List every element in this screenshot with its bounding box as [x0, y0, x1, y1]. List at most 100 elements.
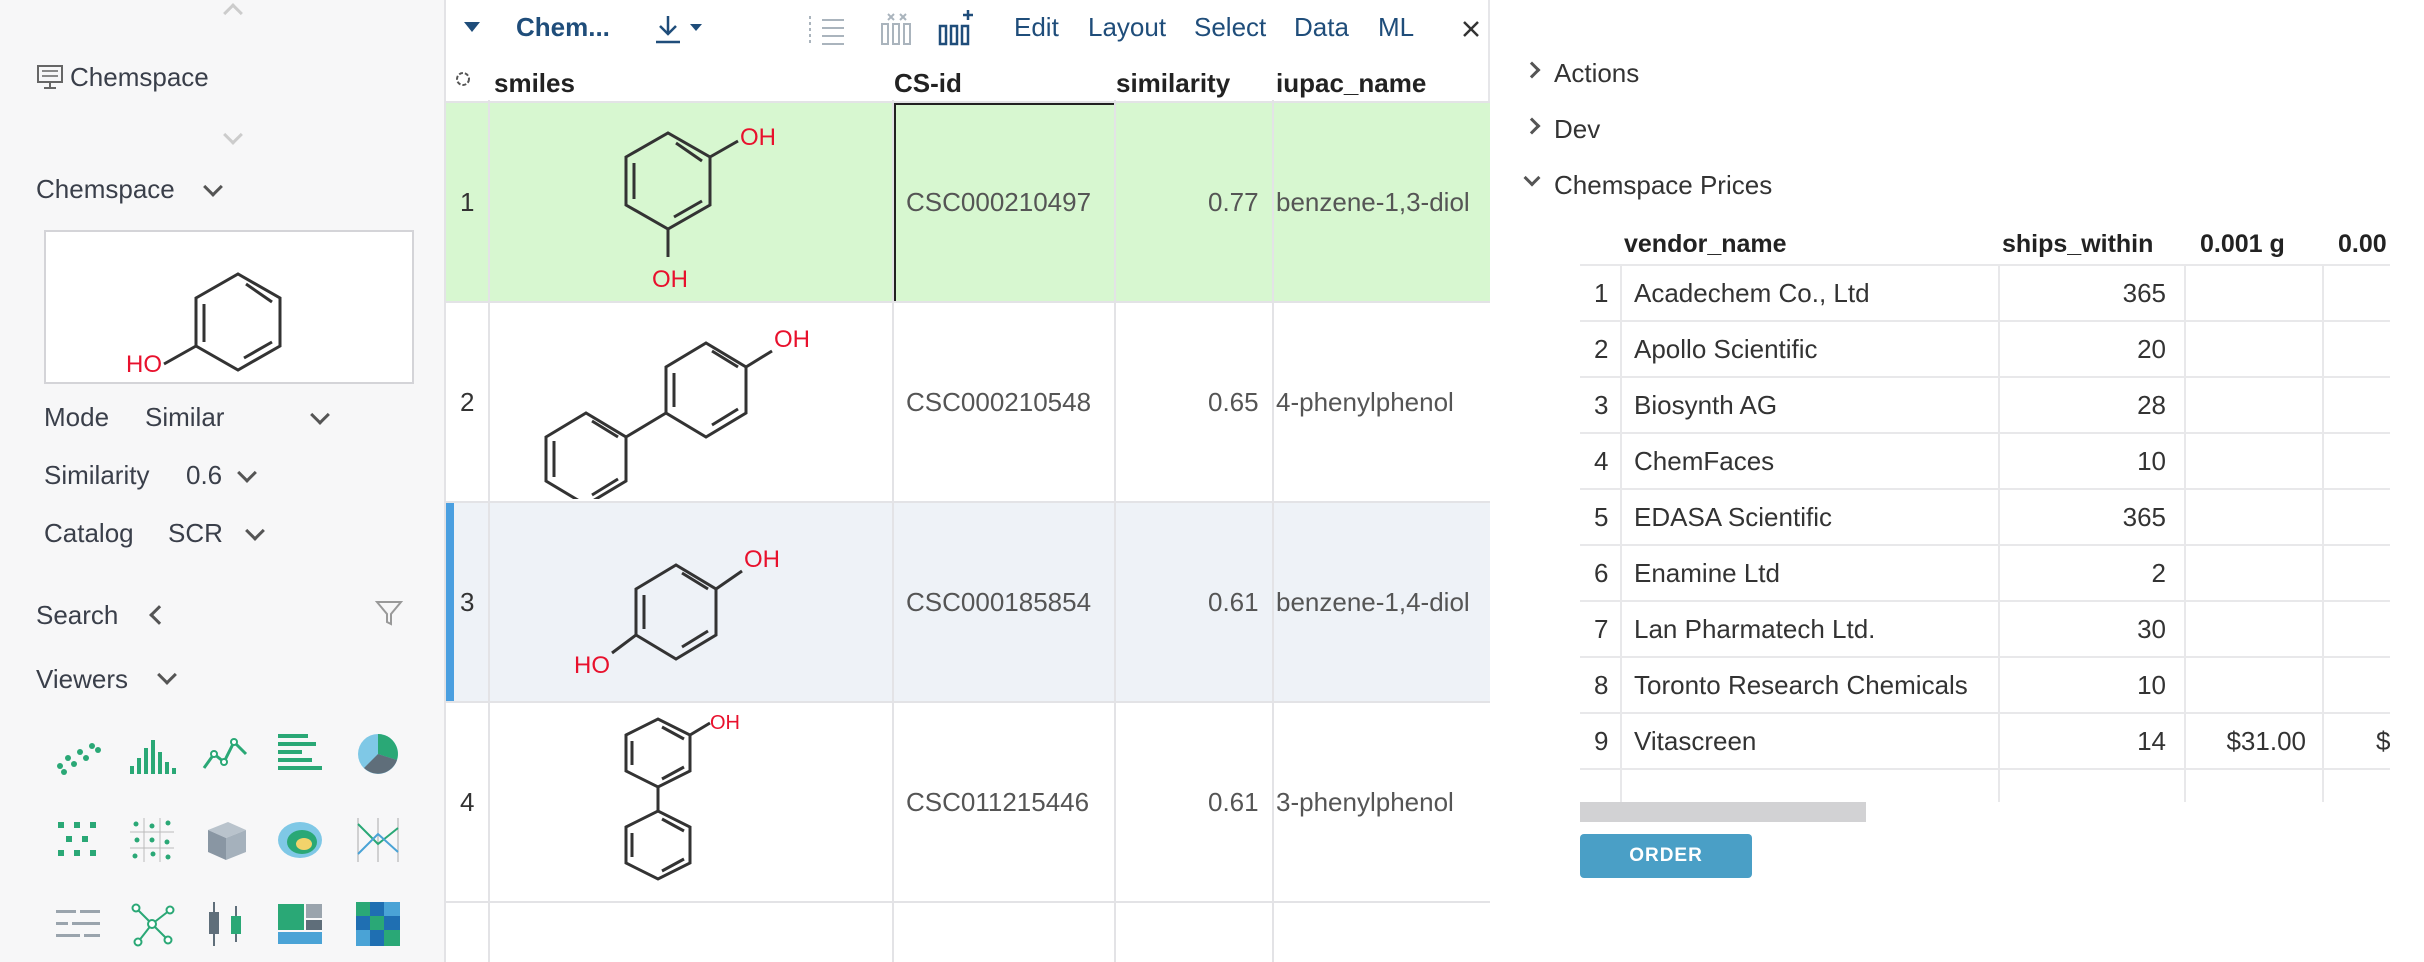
- vendor-name-cell[interactable]: EDASA Scientific: [1634, 502, 1832, 533]
- viewers-label[interactable]: Viewers: [36, 664, 128, 695]
- similarity-cell[interactable]: 0.61: [1208, 587, 1259, 618]
- query-molecule-sketcher[interactable]: HO: [44, 230, 414, 384]
- table-row[interactable]: 1 Acadechem Co., Ltd 365: [1580, 264, 2390, 320]
- close-icon[interactable]: [1462, 20, 1480, 38]
- vendor-name-cell[interactable]: Biosynth AG: [1634, 390, 1777, 421]
- add-row-icon[interactable]: [808, 12, 848, 48]
- similarity-dropdown-icon[interactable]: [237, 463, 257, 483]
- density-plot-icon[interactable]: [274, 814, 326, 866]
- project-name[interactable]: Chemspace: [70, 62, 209, 93]
- col-header-cs-id[interactable]: CS-id: [894, 68, 962, 99]
- col-header-ships-within[interactable]: ships_within: [2002, 230, 2153, 259]
- catalog-dropdown-icon[interactable]: [245, 521, 265, 541]
- scatter-matrix-icon[interactable]: [126, 814, 178, 866]
- ships-within-cell[interactable]: 365: [1940, 502, 2166, 533]
- statistics-icon[interactable]: [52, 898, 104, 950]
- table-row[interactable]: 3 OH HO CSC000185854 0.61 benzene-1,4-di…: [446, 501, 1490, 703]
- search-label[interactable]: Search: [36, 600, 118, 631]
- pie-chart-icon[interactable]: [352, 728, 404, 780]
- menu-data[interactable]: Data: [1294, 12, 1349, 43]
- table-row[interactable]: 4 ChemFaces 10: [1580, 432, 2390, 488]
- line-chart-icon[interactable]: [200, 728, 252, 780]
- vendor-name-cell[interactable]: Lan Pharmatech Ltd.: [1634, 614, 1875, 645]
- add-column-icon[interactable]: [936, 8, 976, 48]
- download-icon[interactable]: [654, 14, 706, 46]
- expand-down-icon[interactable]: [223, 125, 243, 145]
- remove-column-icon[interactable]: [878, 10, 914, 48]
- network-icon[interactable]: [126, 898, 178, 950]
- section-actions[interactable]: Actions: [1554, 58, 1639, 89]
- horizontal-scrollbar[interactable]: [1580, 802, 1866, 822]
- similarity-cell[interactable]: 0.77: [1208, 187, 1259, 218]
- vendor-name-cell[interactable]: Apollo Scientific: [1634, 334, 1818, 365]
- heat-map-icon[interactable]: [352, 898, 404, 950]
- cs-id-cell[interactable]: CSC011215446: [906, 787, 1089, 818]
- table-row[interactable]: 8 Toronto Research Chemicals 10: [1580, 656, 2390, 712]
- box-plot-icon[interactable]: [200, 898, 252, 950]
- col-header-similarity[interactable]: similarity: [1116, 68, 1230, 99]
- row-settings-icon[interactable]: [454, 70, 472, 88]
- table-row[interactable]: 2 OH CSC000210548 0.65 4-phenylphenol: [446, 301, 1490, 501]
- catalog-select[interactable]: SCR: [168, 518, 223, 549]
- similarity-cell[interactable]: 0.61: [1208, 787, 1259, 818]
- vendor-name-cell[interactable]: Enamine Ltd: [1634, 558, 1780, 589]
- pc-plot-icon[interactable]: [352, 814, 404, 866]
- filter-icon[interactable]: [374, 598, 404, 628]
- cs-id-cell[interactable]: CSC000210548: [906, 387, 1091, 418]
- menu-ml[interactable]: ML: [1378, 12, 1414, 43]
- menu-layout[interactable]: Layout: [1088, 12, 1166, 43]
- prices-table[interactable]: vendor_name ships_within 0.001 g 0.00 1 …: [1580, 224, 2390, 802]
- bar-chart-icon[interactable]: [274, 728, 326, 780]
- order-button[interactable]: ORDER: [1580, 834, 1752, 878]
- iupac-name-cell[interactable]: benzene-1,4-diol: [1276, 587, 1470, 618]
- table-row[interactable]: 5 EDASA Scientific 365: [1580, 488, 2390, 544]
- mode-select[interactable]: Similar: [145, 402, 224, 433]
- similarity-cell[interactable]: 0.65: [1208, 387, 1259, 418]
- section-chemspace-prices[interactable]: Chemspace Prices: [1554, 170, 1772, 201]
- table-row[interactable]: 2 Apollo Scientific 20: [1580, 320, 2390, 376]
- vendor-name-cell[interactable]: Toronto Research Chemicals: [1634, 670, 1968, 701]
- vendor-name-cell[interactable]: Acadechem Co., Ltd: [1634, 278, 1870, 309]
- ships-within-cell[interactable]: 30: [1940, 614, 2166, 645]
- mode-dropdown-icon[interactable]: [310, 405, 330, 425]
- vendor-name-cell[interactable]: ChemFaces: [1634, 446, 1774, 477]
- ships-within-cell[interactable]: 14: [1940, 726, 2166, 757]
- table-row[interactable]: 1 OH OH CSC000210497 0.77 benzene-1,3-di…: [446, 101, 1490, 303]
- app-name[interactable]: Chemspace: [36, 174, 175, 205]
- ships-within-cell[interactable]: 2: [1940, 558, 2166, 589]
- ships-within-cell[interactable]: 365: [1940, 278, 2166, 309]
- similarity-select[interactable]: 0.6: [186, 460, 222, 491]
- ships-within-cell[interactable]: 28: [1940, 390, 2166, 421]
- ships-within-cell[interactable]: 20: [1940, 334, 2166, 365]
- viewers-dropdown-icon[interactable]: [157, 665, 177, 685]
- cs-id-cell[interactable]: CSC000185854: [906, 587, 1091, 618]
- iupac-name-cell[interactable]: 3-phenylphenol: [1276, 787, 1454, 818]
- chevron-right-icon[interactable]: [1523, 61, 1541, 79]
- grid-title[interactable]: Chem...: [516, 12, 610, 43]
- menu-select[interactable]: Select: [1194, 12, 1266, 43]
- collapse-up-icon[interactable]: [223, 3, 243, 23]
- histogram-icon[interactable]: [126, 728, 178, 780]
- iupac-name-cell[interactable]: benzene-1,3-diol: [1276, 187, 1470, 218]
- col-header-iupac-name[interactable]: iupac_name: [1276, 68, 1426, 99]
- chevron-right-icon[interactable]: [1523, 117, 1541, 135]
- app-dropdown-icon[interactable]: [203, 177, 223, 197]
- price-cell-next[interactable]: $: [2376, 726, 2390, 757]
- grid-viewer[interactable]: Chem... Edit Layout Select Data ML smile…: [446, 0, 1490, 962]
- matrix-plot-icon[interactable]: [52, 814, 104, 866]
- col-header-vendor-name[interactable]: vendor_name: [1624, 230, 1787, 259]
- viewer-menu-caret-icon[interactable]: [464, 22, 480, 34]
- section-dev[interactable]: Dev: [1554, 114, 1600, 145]
- tree-map-icon[interactable]: [274, 898, 326, 950]
- scatter-plot-icon[interactable]: [52, 728, 104, 780]
- chevron-down-icon[interactable]: [1523, 169, 1541, 187]
- table-row[interactable]: 4 OH CSC011215446 0.61 3-phenylphenol: [446, 701, 1490, 901]
- ships-within-cell[interactable]: 10: [1940, 446, 2166, 477]
- vendor-name-cell[interactable]: Vitascreen: [1634, 726, 1756, 757]
- table-row[interactable]: 9 Vitascreen 14 $31.00 $: [1580, 712, 2390, 768]
- col-header-smiles[interactable]: smiles: [494, 68, 575, 99]
- ships-within-cell[interactable]: 10: [1940, 670, 2166, 701]
- col-header-price-next[interactable]: 0.00: [2338, 230, 2387, 259]
- price-cell[interactable]: $31.00: [2180, 726, 2306, 757]
- cs-id-cell[interactable]: CSC000210497: [906, 187, 1091, 218]
